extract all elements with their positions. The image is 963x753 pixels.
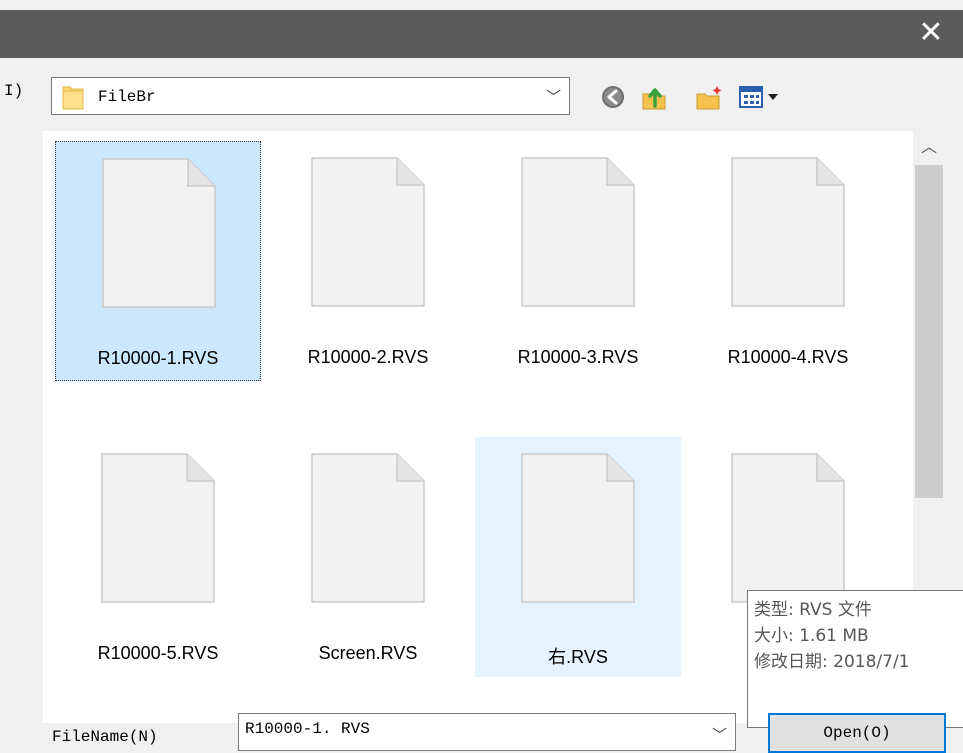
document-icon [521, 453, 635, 603]
tooltip-type: 类型: RVS 文件 [754, 600, 872, 620]
close-icon[interactable]: ✕ [909, 10, 953, 58]
file-name-label: R10000-2.RVS [307, 347, 429, 367]
document-icon [731, 157, 845, 307]
file-item[interactable]: R10000-2.RVS [265, 141, 471, 381]
tooltip-size: 大小: 1.61 MB [754, 626, 869, 646]
document-icon [311, 453, 425, 603]
open-button[interactable]: Open(O) [768, 713, 946, 753]
folder-icon [62, 86, 84, 110]
title-bar: ✕ [0, 10, 963, 58]
file-item[interactable]: Screen.RVS [265, 437, 471, 677]
scroll-up-icon[interactable]: ︿ [913, 133, 945, 161]
scroll-thumb[interactable] [915, 165, 943, 498]
tooltip-modified: 修改日期: 2018/7/1 [754, 652, 910, 672]
current-folder-text: FileBr [98, 88, 156, 106]
file-item[interactable]: R10000-5.RVS [55, 437, 261, 677]
document-icon [311, 157, 425, 307]
file-name-label: R10000-1.RVS [97, 348, 219, 368]
file-item[interactable]: R10000-1.RVS [55, 141, 261, 381]
back-icon[interactable] [598, 82, 628, 112]
file-name-label: 右.RVS [548, 647, 608, 667]
file-name-label: R10000-3.RVS [517, 347, 639, 367]
chevron-down-icon[interactable]: ﹀ [712, 724, 727, 745]
up-folder-icon[interactable] [640, 82, 670, 112]
look-in-label: I) [4, 82, 24, 100]
file-info-tooltip: 类型: RVS 文件 大小: 1.61 MB 修改日期: 2018/7/1 [747, 590, 963, 728]
filename-value: R10000-1. RVS [245, 720, 370, 738]
file-item[interactable]: R10000-3.RVS [475, 141, 681, 381]
filename-combobox[interactable]: R10000-1. RVS ﹀ [238, 713, 736, 751]
new-folder-icon[interactable] [694, 82, 724, 112]
document-icon [101, 453, 215, 603]
filename-label: FileName(N) [52, 728, 158, 746]
look-in-combobox[interactable]: FileBr ﹀ [51, 77, 570, 115]
file-name-label: R10000-4.RVS [727, 347, 849, 367]
document-icon [731, 453, 845, 603]
file-item[interactable]: R10000-4.RVS [685, 141, 891, 381]
view-menu-icon[interactable] [738, 82, 792, 112]
document-icon [102, 158, 216, 308]
file-name-label: R10000-5.RVS [97, 643, 219, 663]
file-item[interactable]: 右.RVS [475, 437, 681, 677]
chevron-down-icon[interactable]: ﹀ [546, 86, 561, 107]
file-name-label: Screen.RVS [318, 643, 418, 663]
document-icon [521, 157, 635, 307]
